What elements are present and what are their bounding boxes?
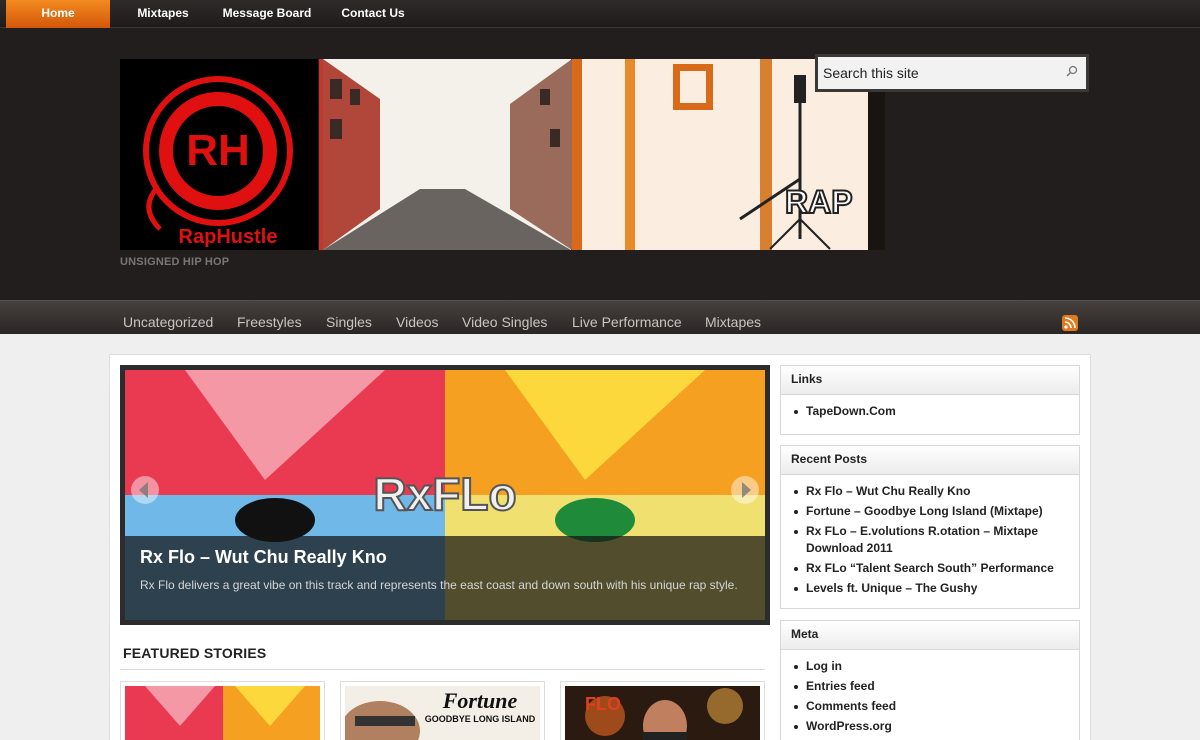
recent-posts-widget: Recent Posts Rx Flo – Wut Chu Really Kno… [780, 445, 1080, 609]
slide-image-text: RxFLo [373, 468, 516, 520]
category-nav: Uncategorized Freestyles Singles Videos … [0, 300, 1200, 334]
category-freestyles[interactable]: Freestyles [237, 301, 302, 335]
arrow-left-icon [139, 482, 148, 498]
thumb-flo-text: FLO [585, 694, 621, 714]
search-input[interactable] [818, 57, 1086, 89]
thumb-fortune-subtitle: GOODBYE LONG ISLAND [425, 714, 536, 724]
links-widget: Links TapeDown.Com [780, 365, 1080, 435]
logo-initials: RH [186, 126, 250, 175]
category-live-performance[interactable]: Live Performance [572, 301, 682, 335]
category-mixtapes[interactable]: Mixtapes [705, 301, 761, 335]
meta-item[interactable]: Comments feed [794, 698, 1065, 715]
slide-title[interactable]: Rx Flo – Wut Chu Really Kno [140, 547, 387, 568]
widget-title: Links [781, 366, 1079, 395]
recent-post-item[interactable]: Rx FLo – E.volutions R.otation – Mixtape… [794, 523, 1065, 557]
slider-prev-button[interactable] [131, 476, 159, 504]
nav-contact-us[interactable]: Contact Us [336, 0, 410, 28]
nav-home[interactable]: Home [6, 0, 110, 28]
site-header: RH RapHustle RAP UNSIGNED HIP HOP Search… [0, 28, 1200, 300]
thumb-image-fortune: Fortune GOODBYE LONG ISLAND [340, 686, 540, 740]
featured-thumb-3[interactable]: FLO [560, 681, 765, 740]
divider [120, 669, 765, 670]
category-videos[interactable]: Videos [396, 301, 439, 335]
meta-widget: Meta Log in Entries feed Comments feed W… [780, 620, 1080, 740]
meta-item[interactable]: Log in [794, 658, 1065, 675]
logo-name: RapHustle [179, 226, 278, 248]
banner-image: RH RapHustle RAP [120, 59, 885, 250]
thumb-image-flo: FLO [565, 686, 760, 740]
thumb-image-rxflo [125, 686, 320, 740]
featured-thumb-2[interactable]: Fortune GOODBYE LONG ISLAND [340, 681, 545, 740]
meta-item[interactable]: WordPress.org [794, 718, 1065, 735]
featured-stories-heading: FEATURED STORIES [123, 645, 267, 661]
category-video-singles[interactable]: Video Singles [462, 301, 547, 335]
recent-post-item[interactable]: Levels ft. Unique – The Gushy [794, 580, 1065, 597]
widget-title: Meta [781, 621, 1079, 650]
widget-title: Recent Posts [781, 446, 1079, 475]
arrow-right-icon [742, 482, 751, 498]
nav-mixtapes[interactable]: Mixtapes [128, 0, 198, 28]
category-singles[interactable]: Singles [326, 301, 372, 335]
thumb-fortune-title: Fortune [442, 688, 518, 713]
site-tagline: UNSIGNED HIP HOP [120, 256, 230, 268]
top-nav: Home Mixtapes Message Board Contact Us [0, 0, 1200, 28]
search-box [815, 54, 1089, 92]
category-uncategorized[interactable]: Uncategorized [123, 301, 213, 335]
link-item[interactable]: TapeDown.Com [794, 403, 1065, 420]
header-banner[interactable]: RH RapHustle RAP [120, 59, 885, 250]
search-icon[interactable] [1066, 65, 1078, 77]
recent-post-item[interactable]: Fortune – Goodbye Long Island (Mixtape) [794, 503, 1065, 520]
rss-icon[interactable] [1062, 315, 1078, 331]
featured-thumb-1[interactable] [120, 681, 325, 740]
featured-slider[interactable]: RxFLo Rx Flo – Wut Chu Really Kno Rx Flo… [120, 365, 770, 625]
nav-message-board[interactable]: Message Board [216, 0, 318, 28]
slide-description: Rx Flo delivers a great vibe on this tra… [140, 578, 738, 592]
banner-rap-text: RAP [785, 184, 853, 220]
meta-item[interactable]: Entries feed [794, 678, 1065, 695]
recent-post-item[interactable]: Rx FLo “Talent Search South” Performance [794, 560, 1065, 577]
slide-caption: Rx Flo – Wut Chu Really Kno Rx Flo deliv… [125, 536, 765, 620]
recent-post-item[interactable]: Rx Flo – Wut Chu Really Kno [794, 483, 1065, 500]
slider-next-button[interactable] [731, 476, 759, 504]
